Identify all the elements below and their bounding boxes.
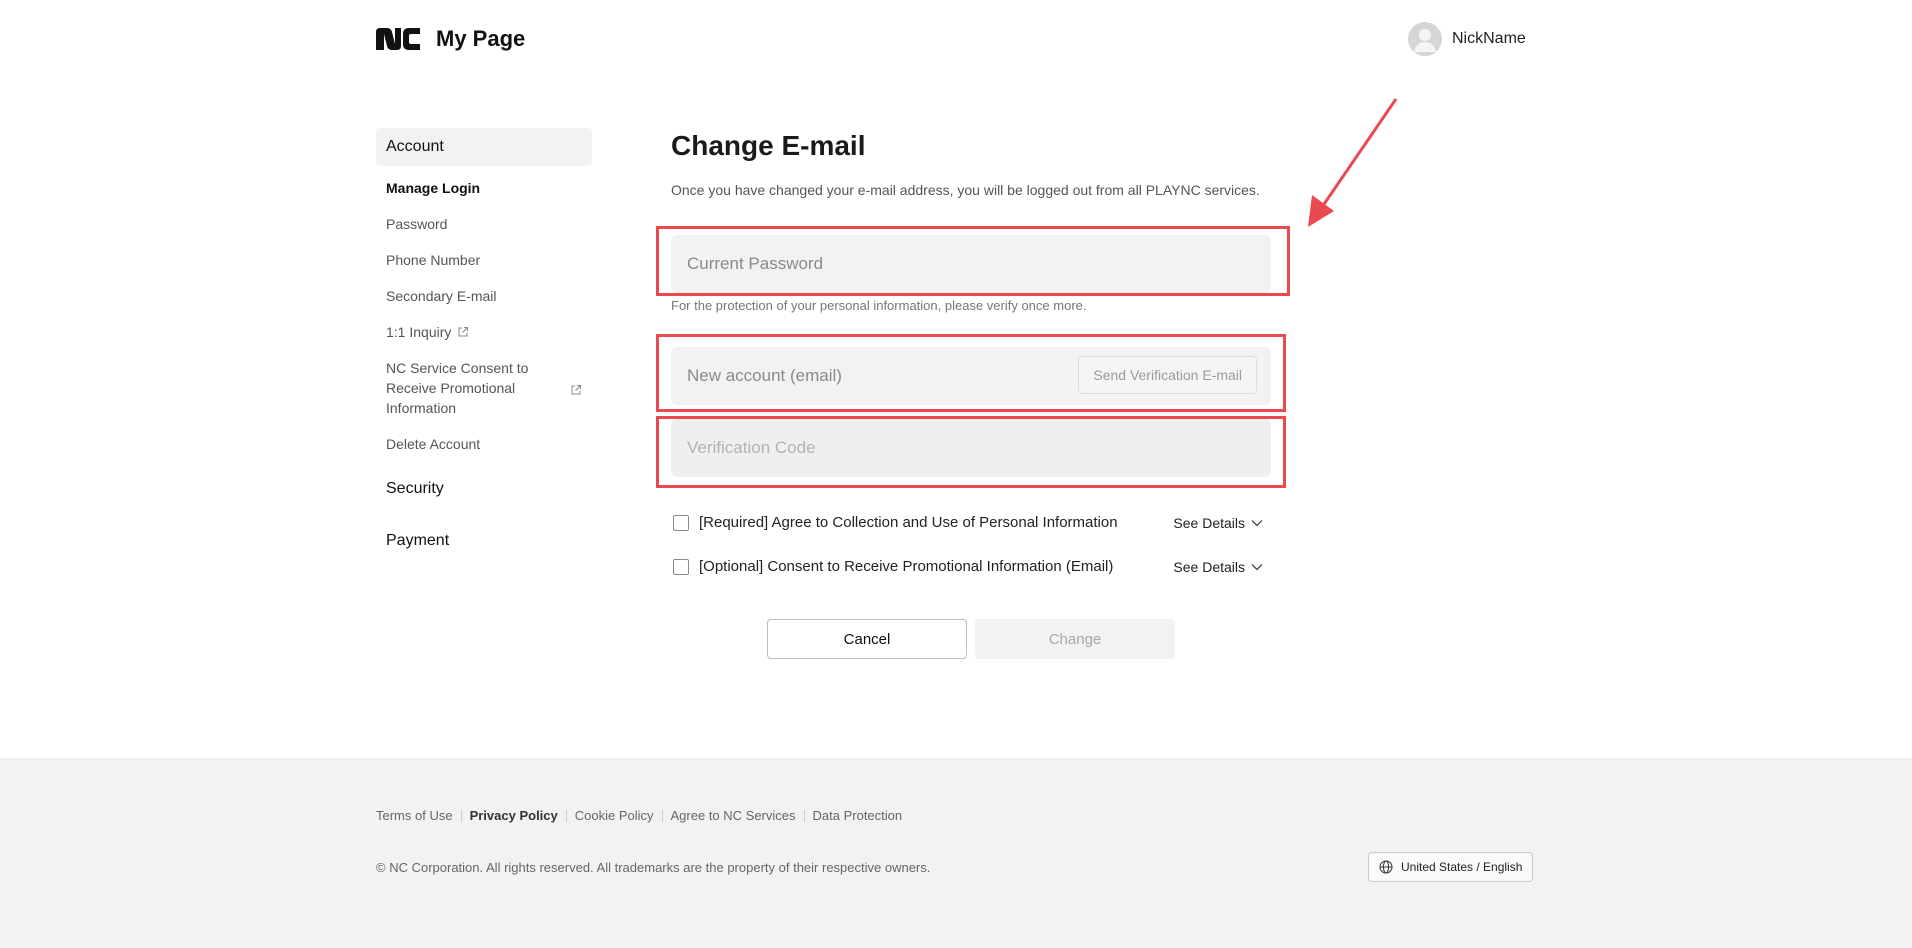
- footer-link-data-protection[interactable]: Data Protection: [813, 808, 903, 823]
- see-details-button[interactable]: See Details: [1173, 515, 1263, 531]
- user-menu[interactable]: NickName: [1408, 22, 1526, 56]
- sidebar-item-delete-account[interactable]: Delete Account: [376, 434, 592, 454]
- agreement-optional: [Optional] Consent to Receive Promotiona…: [673, 558, 1263, 575]
- sidebar-item-password[interactable]: Password: [376, 214, 592, 234]
- agreement-optional-label: [Optional] Consent to Receive Promotiona…: [699, 558, 1114, 575]
- avatar: [1408, 22, 1442, 56]
- highlight-box-code: [656, 416, 1286, 488]
- sidebar-item-inquiry[interactable]: 1:1 Inquiry: [376, 322, 592, 342]
- form-actions: Cancel Change: [767, 619, 1175, 659]
- see-details-button[interactable]: See Details: [1173, 559, 1263, 575]
- footer: Terms of Use Privacy Policy Cookie Polic…: [0, 758, 1912, 948]
- footer-link-cookie[interactable]: Cookie Policy: [575, 808, 654, 823]
- language-selector[interactable]: United States / English: [1368, 852, 1534, 882]
- agreement-required-checkbox[interactable]: [673, 514, 689, 531]
- language-label: United States / English: [1401, 860, 1523, 874]
- sidebar-item-label: 1:1 Inquiry: [386, 324, 452, 340]
- chevron-down-icon: [1251, 519, 1263, 526]
- sidebar-item-account[interactable]: Account: [376, 128, 592, 166]
- page-description: Once you have changed your e-mail addres…: [671, 182, 1260, 198]
- divider: [460, 809, 462, 822]
- agreement-required: [Required] Agree to Collection and Use o…: [673, 514, 1263, 531]
- see-details-label: See Details: [1173, 514, 1245, 531]
- sidebar-item-label: NC Service Consent to Receive Promotiona…: [386, 360, 529, 416]
- change-button[interactable]: Change: [975, 619, 1175, 659]
- annotation-arrow-icon: [1308, 98, 1398, 227]
- password-hint: For the protection of your personal info…: [671, 298, 1087, 313]
- copyright: © NC Corporation. All rights reserved. A…: [376, 860, 931, 875]
- external-link-icon: [458, 327, 469, 337]
- footer-link-privacy[interactable]: Privacy Policy: [470, 808, 558, 823]
- cancel-button[interactable]: Cancel: [767, 619, 967, 659]
- sidebar-list: Manage Login Password Phone Number Secon…: [376, 178, 592, 454]
- agreement-required-label: [Required] Agree to Collection and Use o…: [699, 514, 1118, 531]
- sidebar-section-security[interactable]: Security: [376, 480, 592, 498]
- sidebar: Account Manage Login Password Phone Numb…: [376, 128, 592, 550]
- external-link-icon: [571, 385, 581, 395]
- sidebar-item-label: Secondary E-mail: [386, 288, 497, 304]
- page-title-header: My Page: [436, 26, 526, 51]
- chevron-down-icon: [1251, 563, 1263, 570]
- logo[interactable]: My Page: [376, 26, 525, 52]
- sidebar-item-promo-consent[interactable]: NC Service Consent to Receive Promotiona…: [376, 358, 592, 418]
- footer-link-nc-services[interactable]: Agree to NC Services: [671, 808, 796, 823]
- header: My Page NickName: [0, 0, 1912, 80]
- agreement-optional-checkbox[interactable]: [673, 558, 689, 575]
- divider: [803, 809, 805, 822]
- sidebar-item-label: Delete Account: [386, 436, 481, 452]
- nc-logo-icon: [376, 28, 420, 50]
- sidebar-item-label: Phone Number: [386, 252, 481, 268]
- sidebar-item-manage-login[interactable]: Manage Login: [376, 178, 592, 198]
- user-name: NickName: [1452, 30, 1526, 47]
- globe-icon: [1379, 860, 1393, 874]
- highlight-box-email: [656, 334, 1286, 412]
- sidebar-item-phone-number[interactable]: Phone Number: [376, 250, 592, 270]
- see-details-label: See Details: [1173, 558, 1245, 575]
- sidebar-item-label: Manage Login: [386, 180, 481, 196]
- highlight-box-password: [656, 226, 1290, 296]
- divider: [661, 809, 663, 822]
- divider: [565, 809, 567, 822]
- sidebar-item-secondary-email[interactable]: Secondary E-mail: [376, 286, 592, 306]
- footer-link-terms[interactable]: Terms of Use: [376, 808, 453, 823]
- page-title: Change E-mail: [671, 130, 866, 161]
- sidebar-section-payment[interactable]: Payment: [376, 532, 592, 550]
- user-icon: [1408, 22, 1442, 56]
- sidebar-item-label: Password: [386, 216, 448, 232]
- footer-links: Terms of Use Privacy Policy Cookie Polic…: [376, 808, 902, 823]
- main-content: Change E-mail Once you have changed your…: [671, 128, 1271, 659]
